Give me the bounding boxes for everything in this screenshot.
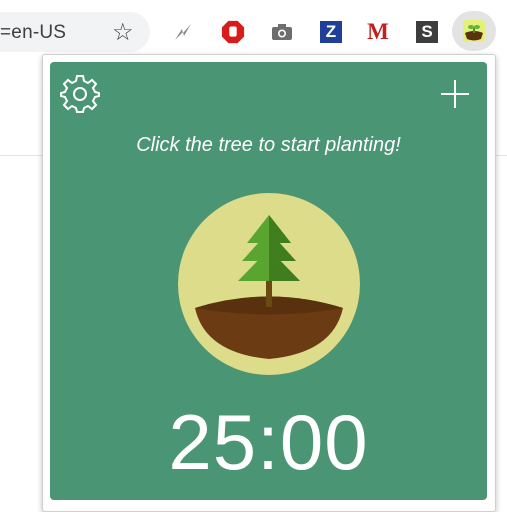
s-extension-icon[interactable]: S — [415, 20, 439, 44]
planting-prompt: Click the tree to start planting! — [136, 134, 401, 156]
page-divider — [0, 155, 44, 156]
gmail-label: M — [367, 19, 389, 44]
gmail-icon[interactable]: M — [366, 19, 390, 44]
address-bar[interactable]: =en-US ☆ — [0, 12, 150, 52]
stop-hand-icon[interactable] — [221, 20, 245, 44]
address-text[interactable]: =en-US — [0, 22, 66, 44]
z-extension-label: Z — [320, 21, 342, 43]
lightning-icon[interactable] — [171, 20, 195, 44]
tree-trunk — [266, 279, 272, 307]
forest-panel: Click the tree to start planting! 25:00 — [50, 62, 487, 500]
timer-display: 25:00 — [168, 398, 369, 486]
gear-icon[interactable] — [60, 74, 100, 114]
z-extension-icon[interactable]: Z — [319, 20, 343, 44]
star-icon[interactable]: ☆ — [112, 18, 134, 47]
sprout-icon — [463, 20, 485, 42]
s-extension-label: S — [416, 21, 438, 43]
forest-extension-button[interactable] — [452, 11, 496, 51]
camera-icon[interactable] — [270, 20, 294, 44]
plus-icon[interactable] — [439, 78, 471, 110]
tree-icon[interactable] — [178, 193, 360, 375]
